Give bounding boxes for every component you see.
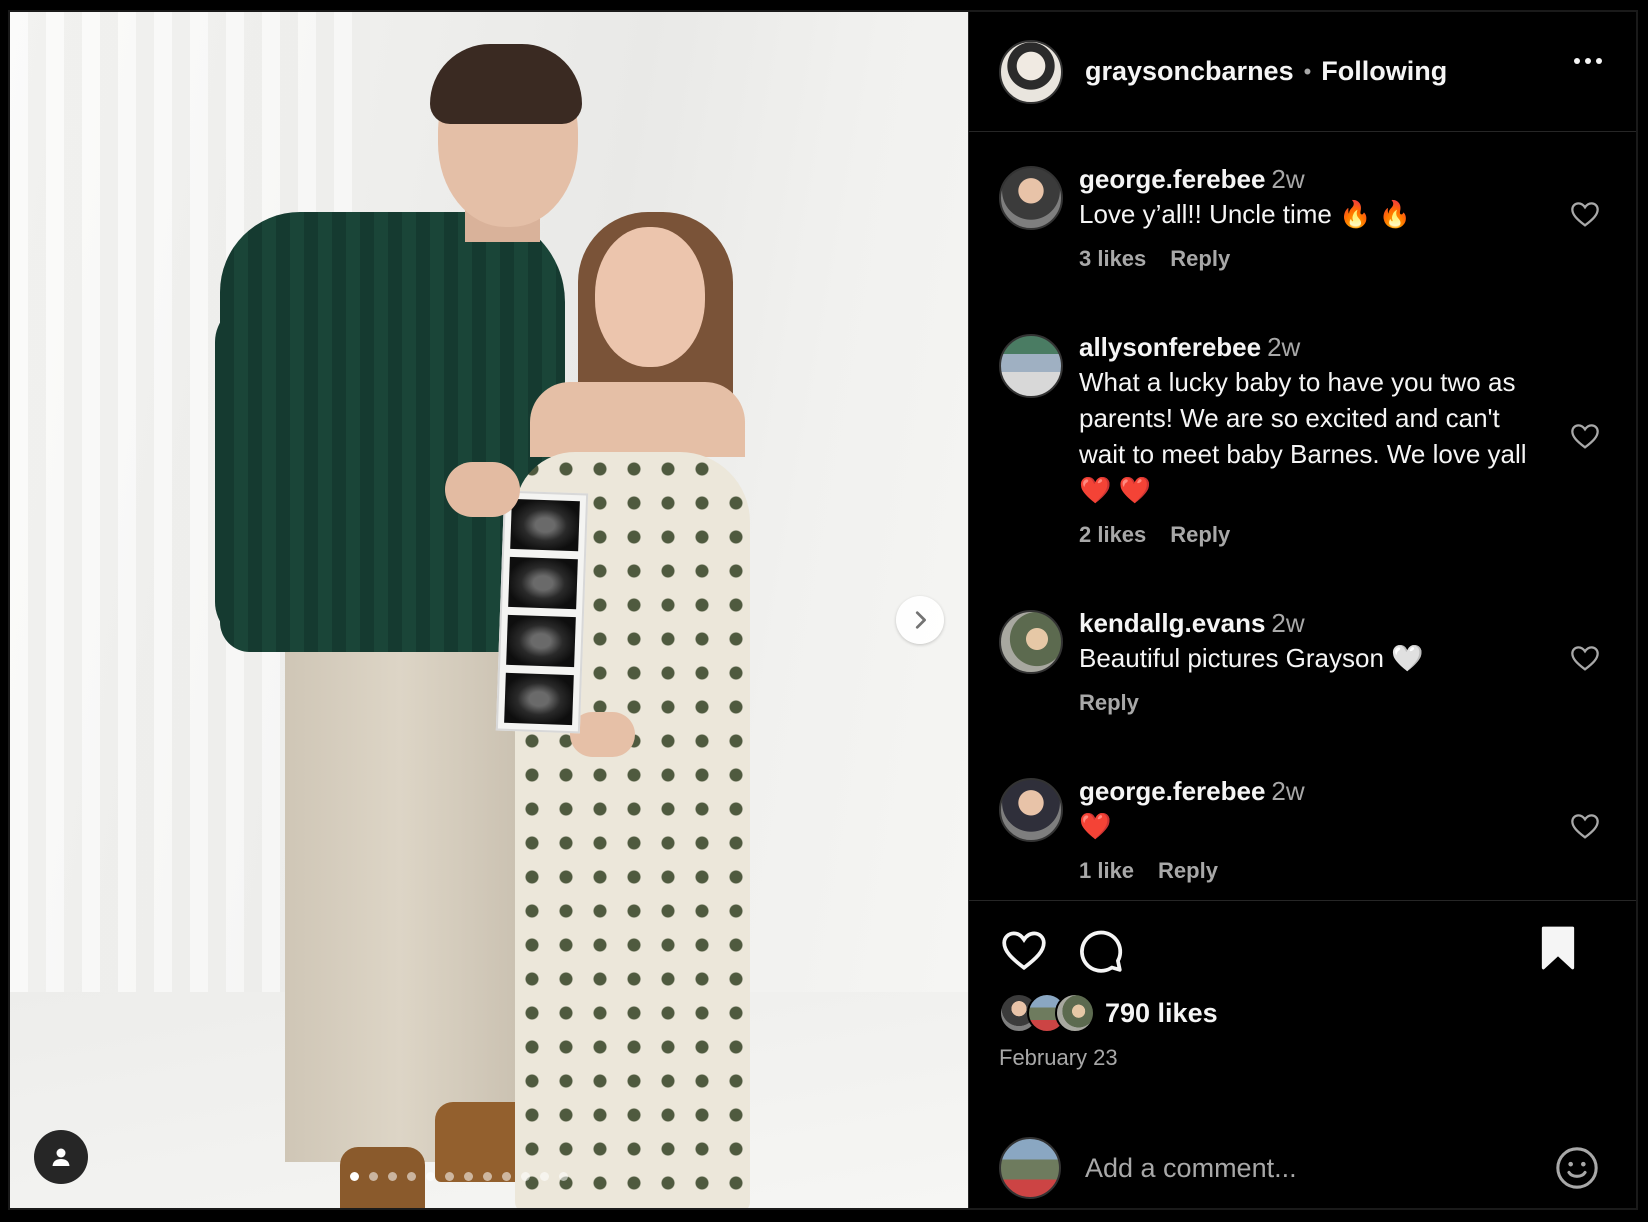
following-button[interactable]: Following [1321, 56, 1447, 87]
photo-man-pants [285, 642, 515, 1162]
post-actions: 790 likes February 23 [969, 900, 1636, 1208]
comment-text: ❤️ [1079, 811, 1112, 841]
comment-author[interactable]: george.ferebee [1079, 164, 1265, 194]
author-username[interactable]: graysoncbarnes [1085, 56, 1294, 87]
carousel-dot [540, 1172, 549, 1181]
more-icon [1574, 58, 1580, 64]
like-comment-heart-icon[interactable] [1569, 810, 1601, 842]
like-comment-heart-icon[interactable] [1569, 642, 1601, 674]
photo-man-hand [445, 462, 520, 517]
comment-reply-button[interactable]: Reply [1170, 246, 1230, 272]
commenter-avatar[interactable] [999, 610, 1063, 674]
emoji-icon[interactable] [1554, 1145, 1600, 1191]
comment-author[interactable]: george.ferebee [1079, 776, 1265, 806]
ultrasound-image [508, 556, 578, 610]
comment-text: What a lucky baby to have you two as par… [1079, 367, 1527, 505]
post-modal: graysoncbarnes • Following george.ferebe… [8, 10, 1638, 1210]
comment-time: 2w [1271, 776, 1305, 806]
like-comment-heart-icon[interactable] [1569, 420, 1601, 452]
comment-likes[interactable]: 1 like [1079, 858, 1134, 884]
carousel-dot [445, 1172, 454, 1181]
liker-avatar [1055, 993, 1095, 1033]
header-separator: • [1303, 58, 1312, 84]
carousel-dot [369, 1172, 378, 1181]
comment-reply-button[interactable]: Reply [1170, 522, 1230, 548]
ultrasound-image [506, 614, 576, 668]
ultrasound-image [504, 672, 574, 726]
photo-woman-shoulders [530, 382, 745, 457]
like-heart-icon[interactable] [999, 925, 1049, 975]
like-comment-heart-icon[interactable] [1569, 198, 1601, 230]
carousel-dot [350, 1172, 359, 1181]
ultrasound-strip [495, 490, 589, 734]
add-comment-input[interactable] [1085, 1146, 1505, 1190]
carousel-dot [426, 1172, 435, 1181]
post-media[interactable] [10, 12, 968, 1208]
commenter-avatar[interactable] [999, 334, 1063, 398]
comment-time: 2w [1271, 164, 1305, 194]
author-avatar[interactable] [999, 39, 1063, 104]
post-date[interactable]: February 23 [999, 1045, 1118, 1071]
carousel-dot [388, 1172, 397, 1181]
comment-likes[interactable]: 2 likes [1079, 522, 1146, 548]
comment-reply-button[interactable]: Reply [1158, 858, 1218, 884]
comment-text: Beautiful pictures Grayson 🤍 [1079, 643, 1424, 673]
carousel-dot [483, 1172, 492, 1181]
comment-time: 2w [1271, 608, 1305, 638]
current-user-avatar [999, 1137, 1061, 1199]
user-tags-button[interactable] [34, 1130, 88, 1184]
ultrasound-image [510, 498, 580, 552]
post-header: graysoncbarnes • Following [969, 12, 1636, 132]
post-sidebar: graysoncbarnes • Following george.ferebe… [968, 12, 1636, 1208]
comment-reply-button[interactable]: Reply [1079, 690, 1139, 716]
photo-woman-face [595, 227, 705, 367]
user-tag-icon [52, 1148, 70, 1166]
carousel-dot [502, 1172, 511, 1181]
chevron-right-icon [915, 611, 926, 629]
commenter-avatar[interactable] [999, 778, 1063, 842]
photo-man-hair [430, 44, 582, 124]
carousel-dot [464, 1172, 473, 1181]
comment-time: 2w [1267, 332, 1301, 362]
commenter-avatar[interactable] [999, 166, 1063, 230]
comments-list[interactable]: george.ferebee 2w Love y’all!! Uncle time… [969, 132, 1636, 900]
likes-summary[interactable]: 790 likes [999, 993, 1218, 1033]
comment-author[interactable]: kendallg.evans [1079, 608, 1265, 638]
carousel-next-button[interactable] [896, 596, 944, 644]
add-comment-row [969, 1123, 1636, 1208]
comment-author[interactable]: allysonferebee [1079, 332, 1261, 362]
carousel-dot [521, 1172, 530, 1181]
likes-count[interactable]: 790 likes [1105, 998, 1218, 1029]
bookmark-icon[interactable] [1533, 923, 1583, 973]
carousel-dot [559, 1172, 568, 1181]
comment-icon[interactable] [1075, 925, 1125, 975]
more-options-button[interactable] [1574, 58, 1602, 64]
comment-text: Love y’all!! Uncle time 🔥 🔥 [1079, 199, 1412, 229]
carousel-dots [350, 1172, 568, 1181]
comment-likes[interactable]: 3 likes [1079, 246, 1146, 272]
carousel-dot [407, 1172, 416, 1181]
